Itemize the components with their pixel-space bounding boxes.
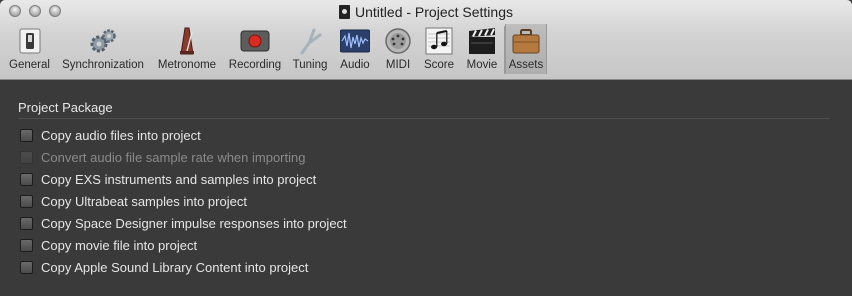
tuning-fork-icon	[300, 28, 322, 55]
window-title-text: Untitled - Project Settings	[355, 4, 513, 20]
checkbox[interactable]	[20, 129, 33, 142]
section-divider	[18, 118, 830, 119]
tab-assets[interactable]: Assets	[505, 24, 547, 74]
option-label: Copy movie file into project	[41, 238, 198, 253]
tab-synchronization[interactable]: Synchronization	[58, 24, 148, 74]
tab-movie[interactable]: Movie	[462, 24, 502, 74]
tab-assets-label: Assets	[508, 59, 544, 71]
tab-metronome-label: Metronome	[157, 59, 217, 71]
tab-general[interactable]: General	[6, 24, 53, 74]
checkbox[interactable]	[20, 173, 33, 186]
tab-score[interactable]: Score	[420, 24, 458, 74]
briefcase-icon	[512, 29, 540, 54]
option-label: Copy Ultrabeat samples into project	[41, 194, 247, 209]
tab-general-label: General	[9, 59, 50, 71]
assets-settings-panel: Project Package Copy audio files into pr…	[0, 80, 852, 296]
document-proxy-icon[interactable]	[339, 5, 351, 19]
tab-recording[interactable]: Recording	[226, 24, 284, 74]
tab-tuning[interactable]: Tuning	[288, 24, 332, 74]
project-settings-window: Untitled - Project Settings General Sync…	[0, 0, 852, 296]
option-label: Copy EXS instruments and samples into pr…	[41, 172, 317, 187]
tab-midi-label: MIDI	[385, 59, 411, 71]
midi-connector-icon	[385, 28, 411, 54]
tab-score-label: Score	[423, 59, 455, 71]
option-label: Convert audio file sample rate when impo…	[41, 150, 306, 165]
titlebar: Untitled - Project Settings General Sync…	[0, 0, 852, 80]
tab-recording-label: Recording	[228, 59, 282, 71]
checkbox[interactable]	[20, 239, 33, 252]
tab-midi[interactable]: MIDI	[380, 24, 416, 74]
gears-icon	[90, 29, 116, 53]
metronome-icon	[180, 27, 194, 55]
clapperboard-icon	[469, 28, 495, 54]
preferences-toolbar: General Synchronization Metronome Record…	[0, 24, 852, 76]
checkbox[interactable]	[20, 195, 33, 208]
score-notes-icon	[425, 27, 453, 55]
window-title: Untitled - Project Settings	[0, 3, 852, 21]
audio-waveform-icon	[340, 29, 370, 53]
option-label: Copy audio files into project	[41, 128, 201, 143]
checkbox[interactable]	[20, 217, 33, 230]
tab-movie-label: Movie	[466, 59, 498, 71]
section-title: Project Package	[18, 100, 113, 115]
checkbox[interactable]	[20, 261, 33, 274]
checkbox	[20, 151, 33, 164]
tab-audio-label: Audio	[340, 59, 370, 71]
option-label: Copy Space Designer impulse responses in…	[41, 216, 347, 231]
tab-audio[interactable]: Audio	[336, 24, 374, 74]
tab-tuning-label: Tuning	[292, 59, 328, 71]
tab-metronome[interactable]: Metronome	[154, 24, 220, 74]
record-icon	[240, 30, 270, 52]
option-label: Copy Apple Sound Library Content into pr…	[41, 260, 309, 275]
general-switch-icon	[19, 28, 40, 54]
tab-synchronization-label: Synchronization	[62, 59, 144, 71]
